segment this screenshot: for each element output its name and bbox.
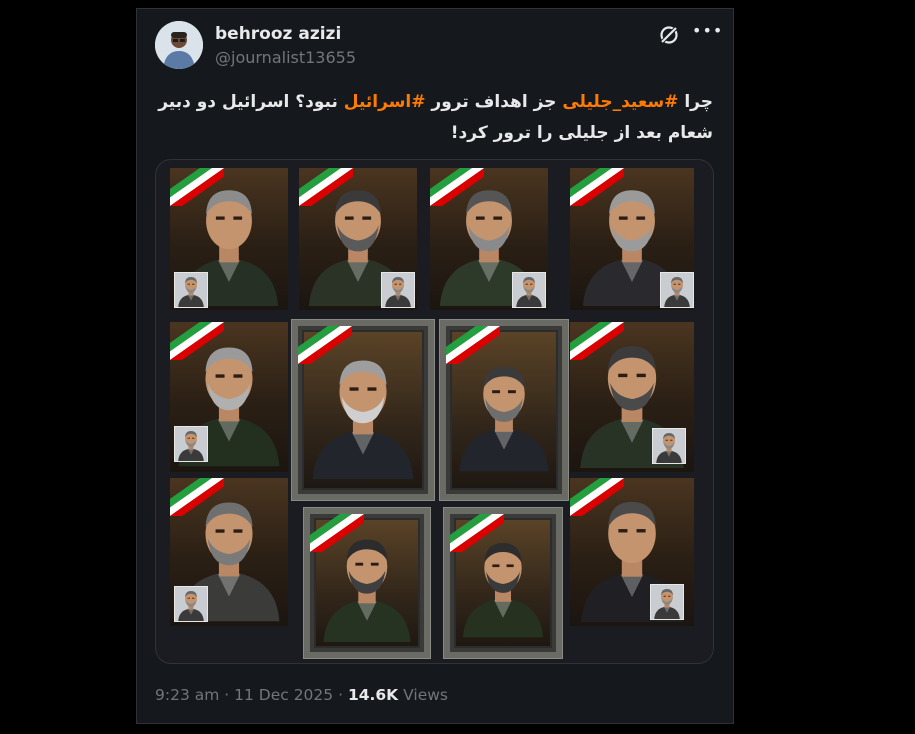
iran-flag-icon (446, 326, 505, 372)
iran-flag-icon (430, 168, 489, 214)
avatar[interactable] (155, 21, 203, 69)
tweet-text-line2: شعام بعد از جلیلی را ترور کرد! (450, 123, 713, 143)
iran-flag-icon (310, 514, 369, 560)
views-label: Views (398, 686, 448, 704)
tweet-text-post: نبود؟ اسرائیل دو دبیر (158, 92, 344, 112)
collage-portrait (444, 508, 562, 658)
tweet-meta: 9:23 am · 11 Dec 2025 · 14.6K Views (155, 686, 448, 704)
author-handle[interactable]: @journalist13655 (215, 48, 356, 67)
inset-photo (174, 426, 208, 462)
inset-photo (174, 586, 208, 622)
collage-portrait (292, 320, 434, 500)
grok-icon[interactable] (657, 23, 681, 47)
tweet-text-mid: جز اهداف ترور (425, 92, 563, 112)
tweet-text-pre: چرا (678, 92, 713, 112)
meta-separator: · (333, 686, 348, 704)
views-count: 14.6K (347, 686, 399, 704)
inset-photo (512, 272, 546, 308)
hashtag-jalili[interactable]: #سعید_جلیلی (562, 92, 678, 112)
iran-flag-icon (170, 168, 229, 214)
collage-portrait (570, 322, 694, 472)
hashtag-israel[interactable]: #اسرائیل (344, 92, 426, 112)
iran-flag-icon (170, 322, 229, 368)
more-icon[interactable]: ••• (692, 21, 722, 45)
inset-photo (174, 272, 208, 308)
collage-portrait (299, 168, 417, 310)
collage-portrait (304, 508, 430, 658)
iran-flag-icon (170, 478, 229, 524)
collage-portrait (430, 168, 548, 310)
collage-portrait (440, 320, 568, 500)
iran-flag-icon (570, 322, 629, 368)
inset-photo (650, 584, 684, 620)
collage-portrait (570, 478, 694, 626)
collage-portrait (170, 168, 288, 310)
collage-portrait (170, 322, 288, 472)
iran-flag-icon (570, 168, 629, 214)
tweet-date[interactable]: 11 Dec 2025 (234, 686, 333, 704)
tweet-media-image[interactable] (155, 159, 714, 664)
iran-flag-icon (450, 514, 509, 560)
inset-photo (381, 272, 415, 308)
inset-photo (652, 428, 686, 464)
iran-flag-icon (298, 326, 357, 372)
collage-portrait (170, 478, 288, 626)
tweet-card: behrooz azizi @journalist13655 ••• چرا #… (136, 8, 734, 724)
iran-flag-icon (299, 168, 358, 214)
meta-separator: · (219, 686, 235, 704)
tweet-time[interactable]: 9:23 am (155, 686, 219, 704)
tweet-text: چرا #سعید_جلیلی جز اهداف ترور #اسرائیل ن… (155, 87, 713, 149)
iran-flag-icon (570, 478, 629, 524)
inset-photo (660, 272, 694, 308)
collage-portrait (570, 168, 694, 310)
author-name[interactable]: behrooz azizi (215, 24, 341, 44)
